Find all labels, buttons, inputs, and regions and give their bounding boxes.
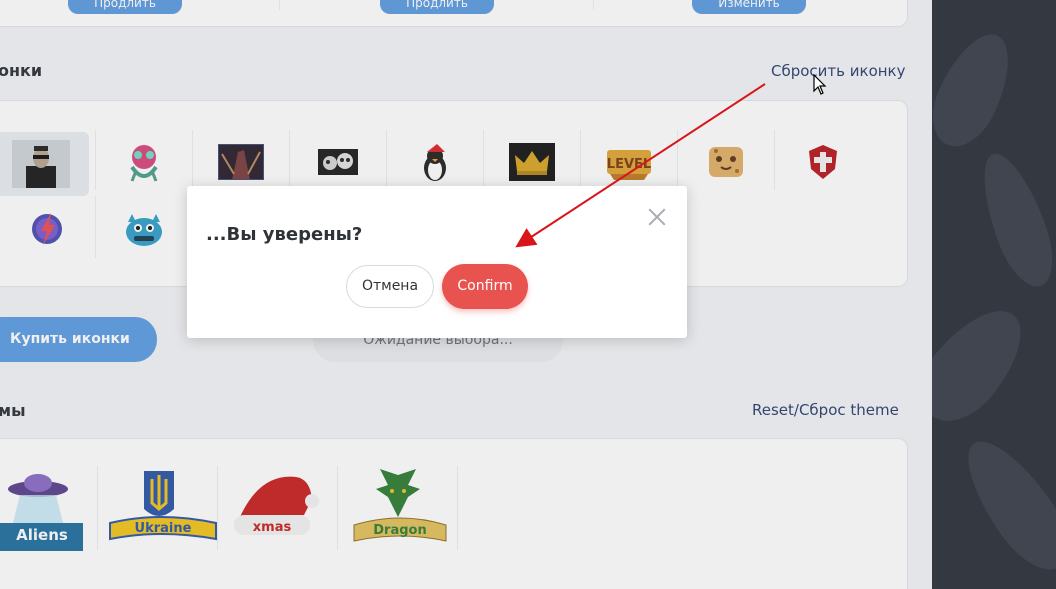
confirm-dialog: ...Вы уверены? Отмена Confirm: [187, 186, 687, 338]
cancel-button[interactable]: Отмена: [346, 265, 434, 308]
close-icon[interactable]: [646, 206, 668, 228]
confirm-button[interactable]: Confirm: [442, 264, 528, 309]
mouse-cursor-icon: [813, 74, 827, 95]
dialog-title: ...Вы уверены?: [206, 224, 363, 245]
